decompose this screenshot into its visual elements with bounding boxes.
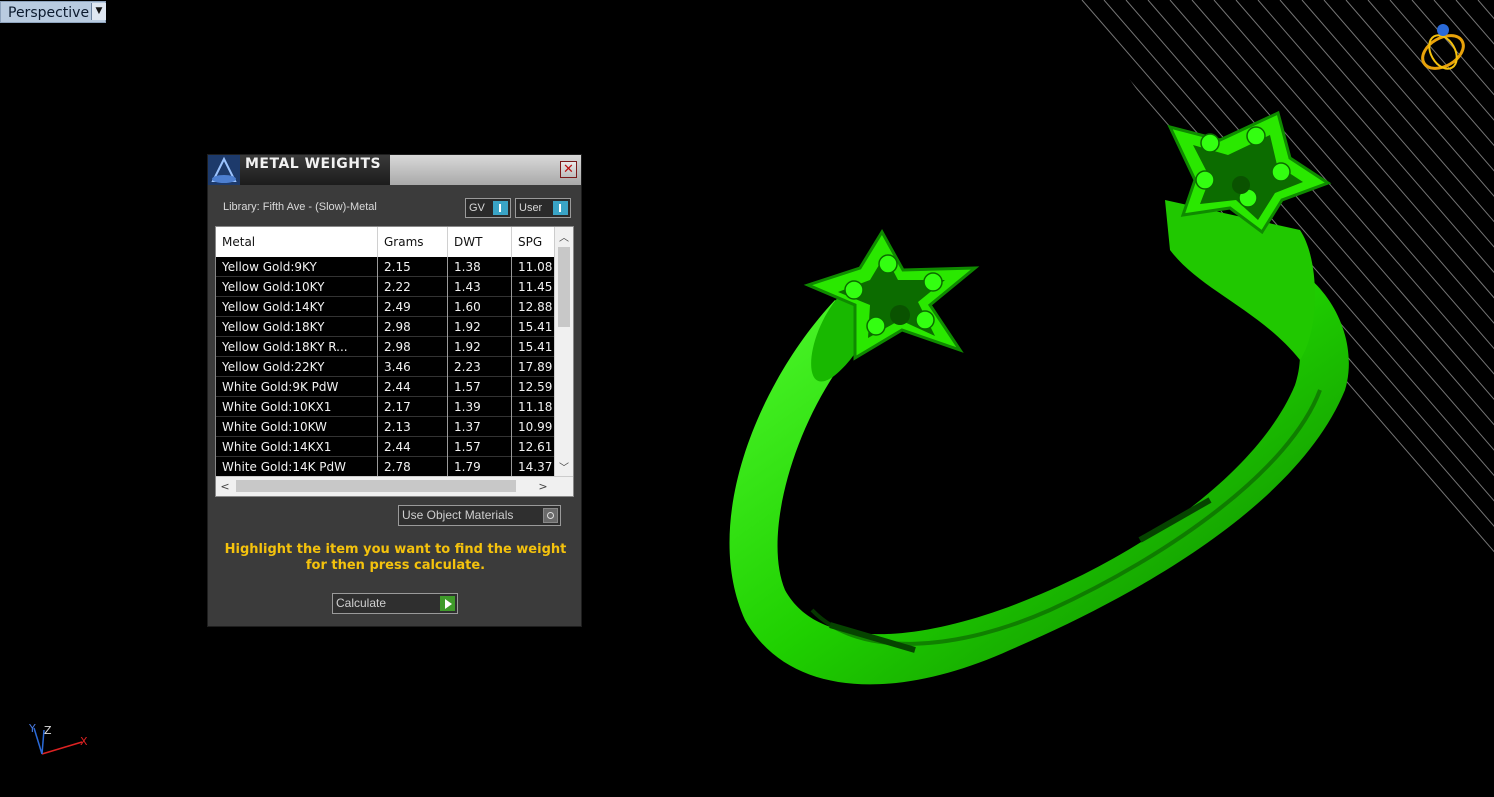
axis-y-label: Y — [28, 722, 36, 735]
metal-cell: White Gold:10KW — [216, 417, 378, 437]
spg-cell: 10.99 — [518, 420, 553, 434]
table-row[interactable]: White Gold:14K PdW 2.78 1.79 14.37 — [216, 457, 556, 477]
use-object-materials-label: Use Object Materials — [402, 508, 514, 522]
gv-toggle-label: GV — [469, 202, 485, 214]
scroll-down-icon[interactable]: ﹀ — [555, 459, 573, 475]
instructions-text: Highlight the item you want to find the … — [224, 542, 567, 573]
axis-x-label: X — [80, 735, 88, 748]
scroll-left-icon[interactable]: < — [216, 477, 234, 496]
scale-icon — [208, 155, 240, 185]
spg-cell: 12.59 — [518, 380, 553, 394]
spg-cell: 11.18 — [518, 400, 553, 414]
grams-cell: 2.98 — [378, 317, 448, 337]
scroll-thumb[interactable] — [558, 247, 570, 327]
horizontal-scrollbar[interactable]: < > — [216, 476, 573, 496]
spg-cell: 17.89 — [518, 360, 553, 374]
metal-weights-panel: METAL WEIGHTS ✕ Library: Fifth Ave - (Sl… — [207, 154, 582, 627]
metal-cell: White Gold:9K PdW — [216, 377, 378, 397]
column-header-metal[interactable]: Metal — [216, 227, 378, 257]
table-row[interactable]: White Gold:9K PdW 2.44 1.57 12.59 — [216, 377, 556, 397]
viewport-dropdown-icon[interactable]: ▼ — [91, 3, 106, 20]
dwt-cell: 1.57 — [448, 437, 512, 457]
dwt-cell: 1.38 — [448, 257, 512, 277]
metal-cell: White Gold:10KX1 — [216, 397, 378, 417]
dwt-cell: 1.43 — [448, 277, 512, 297]
metal-cell: Yellow Gold:22KY — [216, 357, 378, 377]
table-row[interactable]: Yellow Gold:9KY 2.15 1.38 11.08 — [216, 257, 556, 277]
axes-indicator-icon: Y Z X — [28, 722, 88, 755]
grams-cell: 2.44 — [378, 377, 448, 397]
play-icon — [440, 596, 455, 611]
dwt-cell: 2.23 — [448, 357, 512, 377]
metal-table[interactable]: Metal Grams DWT SPG Yellow Gold:9KY 2.15 1… — [215, 226, 574, 497]
spg-cell: 14.37 — [518, 460, 553, 474]
gv-toggle[interactable]: GV — [465, 198, 511, 218]
spg-cell: 12.88 — [518, 300, 553, 314]
dwt-cell: 1.79 — [448, 457, 512, 477]
calculate-button[interactable]: Calculate — [332, 593, 458, 614]
grams-cell: 2.44 — [378, 437, 448, 457]
grams-cell: 3.46 — [378, 357, 448, 377]
metal-cell: Yellow Gold:9KY — [216, 257, 378, 277]
metal-cell: Yellow Gold:18KY R... — [216, 337, 378, 357]
table-row[interactable]: Yellow Gold:10KY 2.22 1.43 11.45 — [216, 277, 556, 297]
table-row[interactable]: Yellow Gold:18KY 2.98 1.92 15.41 — [216, 317, 556, 337]
dwt-cell: 1.37 — [448, 417, 512, 437]
grams-cell: 2.98 — [378, 337, 448, 357]
table-row[interactable]: Yellow Gold:14KY 2.49 1.60 12.88 — [216, 297, 556, 317]
spg-cell: 12.61 — [518, 440, 553, 454]
panel-header[interactable]: METAL WEIGHTS ✕ — [208, 155, 581, 185]
dwt-cell: 1.60 — [448, 297, 512, 317]
axis-z-label: Z — [44, 724, 52, 737]
user-toggle-label: User — [519, 202, 543, 214]
column-header-spg[interactable]: SPG — [512, 227, 556, 257]
grams-cell: 2.15 — [378, 257, 448, 277]
table-body: Yellow Gold:9KY 2.15 1.38 11.08 Yellow Gold:… — [216, 257, 556, 477]
spg-cell: 11.08 — [518, 260, 553, 274]
metal-cell: Yellow Gold:18KY — [216, 317, 378, 337]
grams-cell: 2.22 — [378, 277, 448, 297]
table-row[interactable]: White Gold:10KW 2.13 1.37 10.99 — [216, 417, 556, 437]
metal-cell: Yellow Gold:10KY — [216, 277, 378, 297]
user-toggle[interactable]: User — [515, 198, 571, 218]
column-header-grams[interactable]: Grams — [378, 227, 448, 257]
table-row[interactable]: Yellow Gold:18KY R... 2.98 1.92 15.41 — [216, 337, 556, 357]
metal-cell: White Gold:14K PdW — [216, 457, 378, 477]
scroll-up-icon[interactable]: ︿ — [555, 229, 573, 245]
radio-icon — [543, 508, 558, 523]
grams-cell: 2.78 — [378, 457, 448, 477]
toggle-knob-icon — [553, 201, 568, 215]
scroll-right-icon[interactable]: > — [534, 477, 552, 496]
panel-title: METAL WEIGHTS — [245, 156, 382, 172]
table-row[interactable]: White Gold:10KX1 2.17 1.39 11.18 — [216, 397, 556, 417]
metal-cell: Yellow Gold:14KY — [216, 297, 378, 317]
use-object-materials-checkbox[interactable]: Use Object Materials — [398, 505, 561, 526]
vertical-scrollbar[interactable]: ︿ ﹀ — [554, 227, 573, 477]
spg-cell: 11.45 — [518, 280, 553, 294]
metal-cell: White Gold:14KX1 — [216, 437, 378, 457]
table-row[interactable]: Yellow Gold:22KY 3.46 2.23 17.89 — [216, 357, 556, 377]
table-header: Metal Grams DWT SPG — [216, 227, 556, 257]
scroll-thumb[interactable] — [236, 480, 516, 492]
dwt-cell: 1.39 — [448, 397, 512, 417]
spg-cell: 15.41 — [518, 340, 553, 354]
table-row[interactable]: White Gold:14KX1 2.44 1.57 12.61 — [216, 437, 556, 457]
dwt-cell: 1.92 — [448, 317, 512, 337]
grams-cell: 2.17 — [378, 397, 448, 417]
close-icon[interactable]: ✕ — [560, 161, 577, 178]
library-label: Library: Fifth Ave - (Slow)-Metal — [223, 201, 377, 213]
viewport-title-label: Perspective — [8, 5, 90, 21]
toggle-knob-icon — [493, 201, 508, 215]
view-gizmo-icon[interactable] — [1414, 22, 1472, 74]
grams-cell: 2.13 — [378, 417, 448, 437]
dwt-cell: 1.57 — [448, 377, 512, 397]
column-header-dwt[interactable]: DWT — [448, 227, 512, 257]
spg-cell: 15.41 — [518, 320, 553, 334]
dwt-cell: 1.92 — [448, 337, 512, 357]
calculate-label: Calculate — [336, 596, 387, 610]
grams-cell: 2.49 — [378, 297, 448, 317]
